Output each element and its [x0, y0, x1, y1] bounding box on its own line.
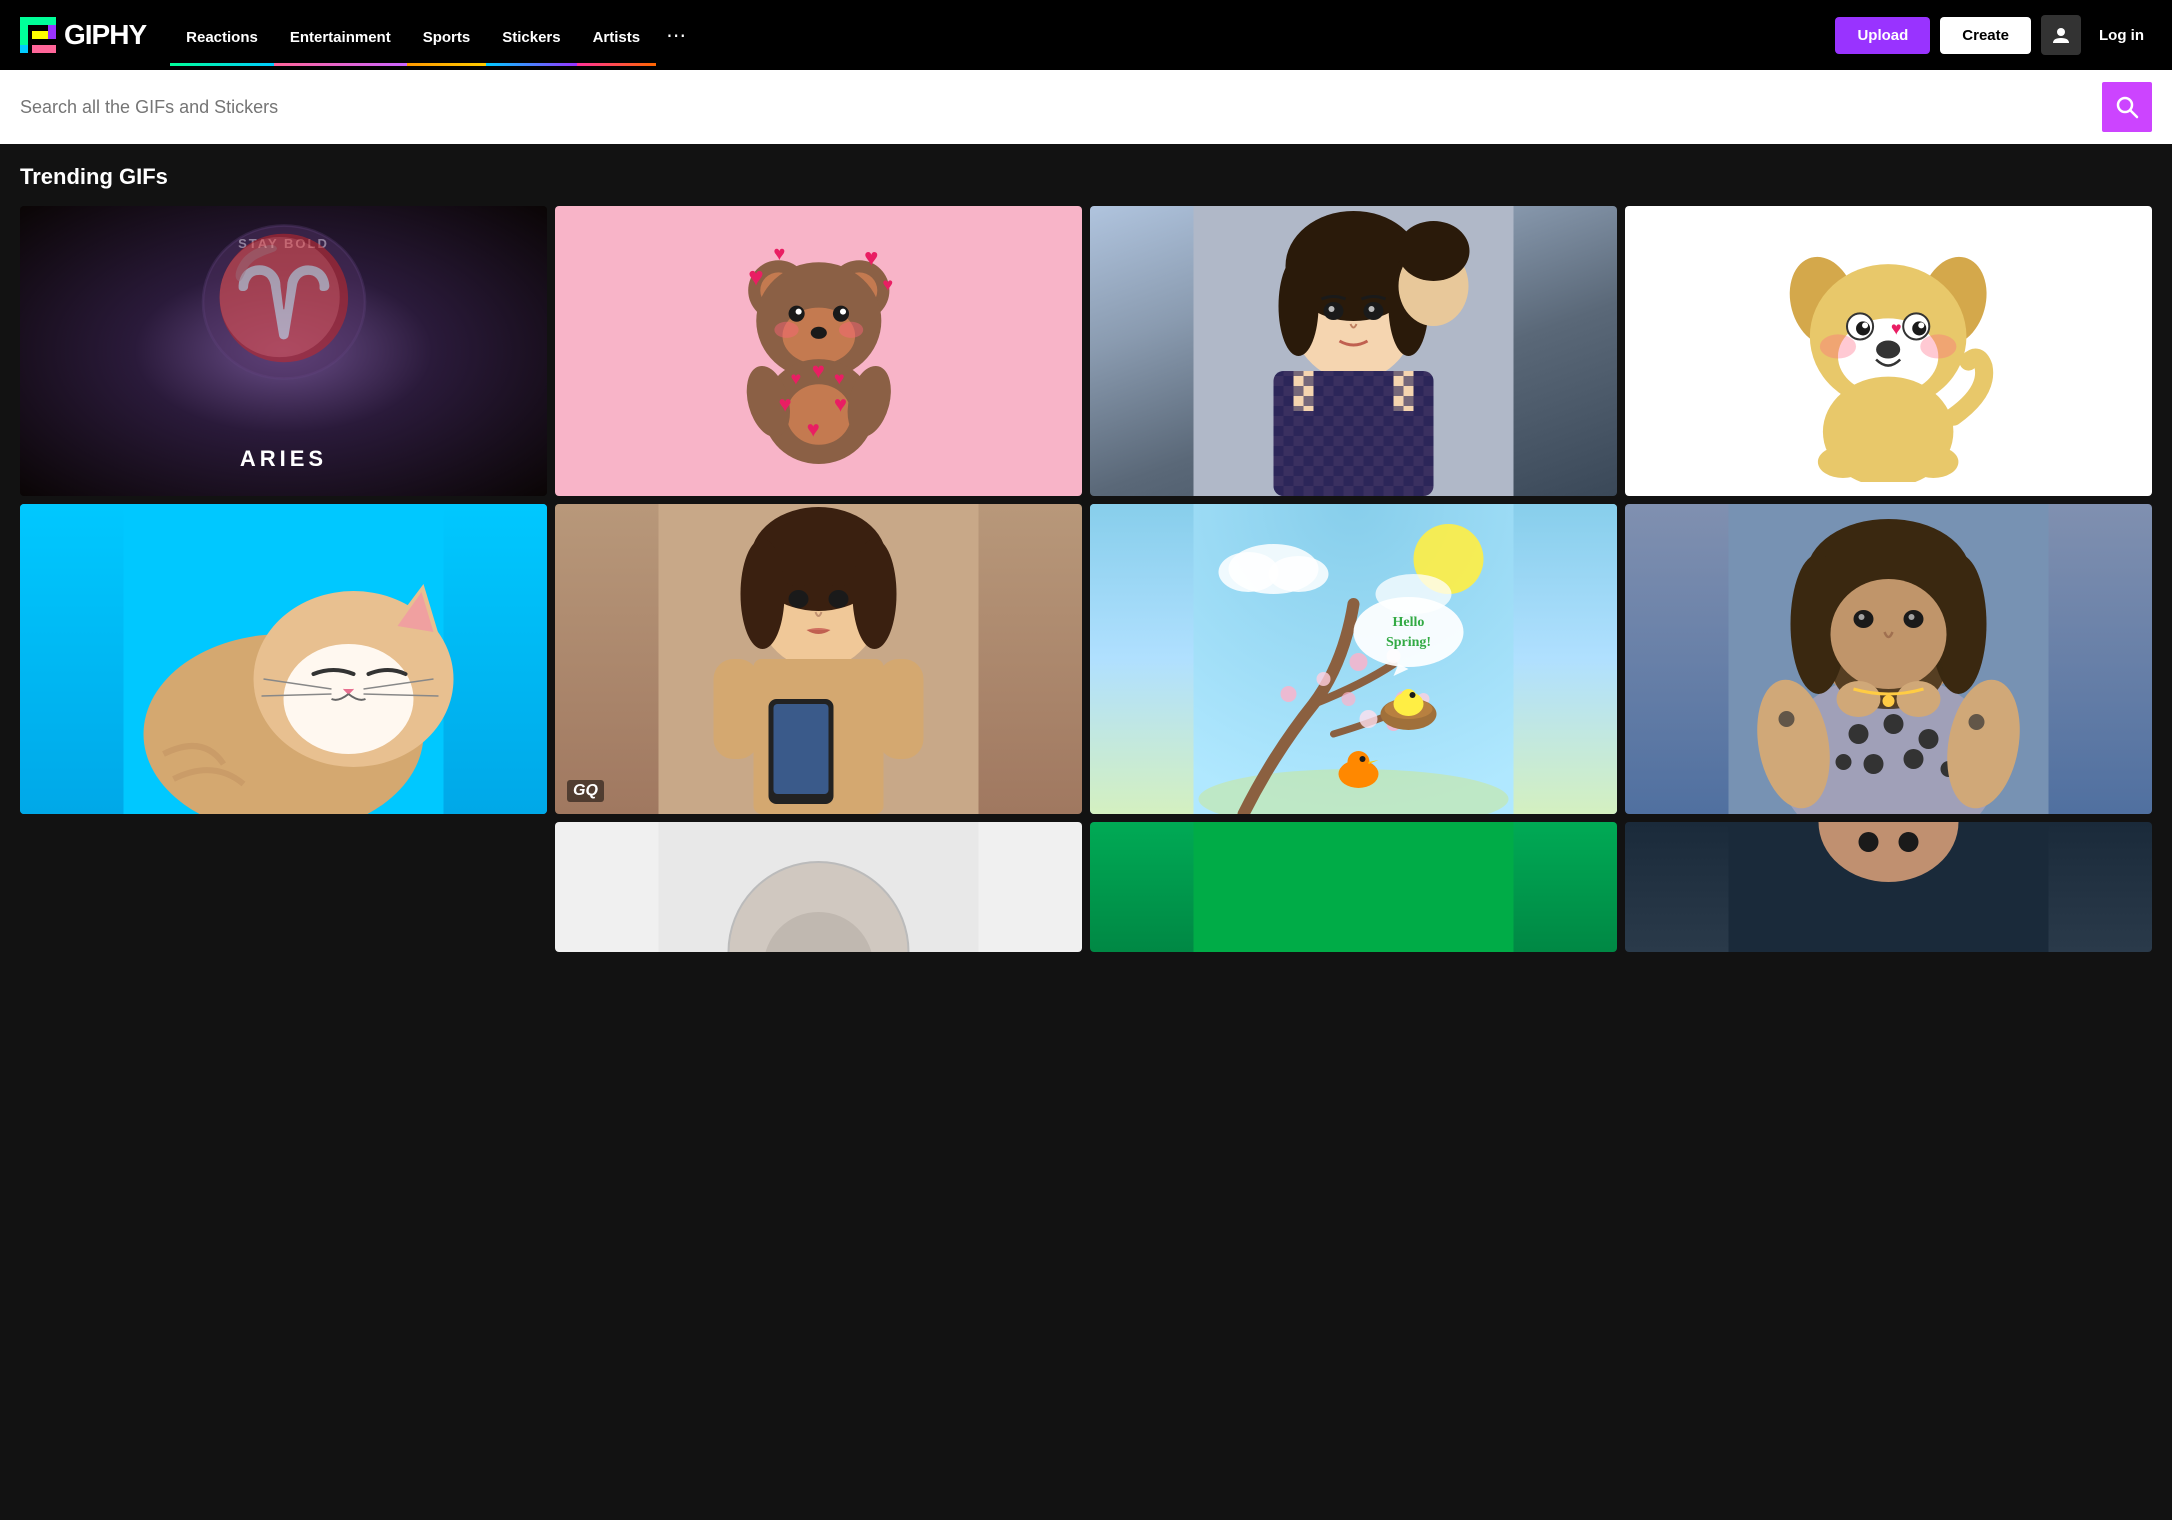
gif-item-spring[interactable]: Hello Spring! — [1090, 504, 1617, 814]
svg-text:♥: ♥ — [806, 417, 819, 442]
nav-sports[interactable]: Sports — [407, 5, 487, 66]
svg-text:♥: ♥ — [790, 368, 801, 388]
user-icon — [2051, 25, 2071, 45]
svg-text:♥: ♥ — [811, 358, 824, 383]
navbar: GIPHY Reactions Entertainment Sports Sti… — [0, 0, 2172, 70]
more-menu-button[interactable]: ⋯ — [656, 23, 696, 48]
girl-svg — [1090, 206, 1617, 496]
gif-item-partial-green[interactable] — [1090, 822, 1617, 952]
main-content: Trending GIFs STAY BOLD ♈ ARIES — [0, 144, 2172, 952]
nav-links: Reactions Entertainment Sports Stickers … — [170, 5, 1835, 66]
nav-entertainment[interactable]: Entertainment — [274, 5, 407, 66]
search-input[interactable] — [20, 97, 2102, 118]
gif-item-man[interactable] — [1625, 504, 2152, 814]
partial-left-svg — [555, 822, 1082, 952]
upload-button[interactable]: Upload — [1835, 17, 1930, 54]
gif-item-partial-right[interactable] — [1625, 822, 2152, 952]
search-button[interactable] — [2102, 82, 2152, 132]
gif-grid-row2: GQ — [20, 504, 2152, 814]
logo-text: GIPHY — [64, 19, 146, 51]
svg-text:Spring!: Spring! — [1386, 635, 1431, 650]
partial-right-svg — [1625, 822, 2152, 952]
aries-bottom-text: ARIES — [240, 446, 327, 472]
trending-title: Trending GIFs — [20, 164, 2152, 190]
woman-svg — [555, 504, 1082, 814]
svg-text:♥: ♥ — [882, 274, 893, 294]
svg-text:♥: ♥ — [773, 243, 785, 265]
svg-text:♥: ♥ — [748, 261, 764, 291]
gif-item-cat[interactable] — [20, 504, 547, 814]
gif-grid-row3 — [20, 822, 2152, 952]
search-icon — [2115, 95, 2139, 119]
svg-text:Hello: Hello — [1393, 615, 1425, 630]
nav-reactions[interactable]: Reactions — [170, 5, 274, 66]
gif-item-partial-left[interactable] — [555, 822, 1082, 952]
login-button[interactable]: Log in — [2091, 17, 2152, 54]
svg-text:♥: ♥ — [864, 244, 878, 271]
gq-watermark: GQ — [567, 780, 604, 802]
svg-text:♥: ♥ — [834, 392, 847, 417]
user-profile-button[interactable] — [2041, 15, 2081, 55]
svg-text:♥: ♥ — [778, 392, 791, 417]
dog-svg: ♥ — [1651, 221, 2125, 482]
bear-svg: ♥ ♥ ♥ ♥ ♥ ♥ ♥ ♥ ♥ ♥ — [608, 235, 1030, 467]
svg-text:♈: ♈ — [211, 231, 357, 364]
gif-item-bear[interactable]: ♥ ♥ ♥ ♥ ♥ ♥ ♥ ♥ ♥ ♥ — [555, 206, 1082, 496]
partial-green-svg — [1090, 822, 1617, 952]
gif-grid-row1: STAY BOLD ♈ ARIES — [20, 206, 2152, 496]
gif-item-girl[interactable] — [1090, 206, 1617, 496]
gif-item-woman[interactable]: GQ — [555, 504, 1082, 814]
spring-svg: Hello Spring! — [1090, 504, 1617, 814]
nav-actions: Upload Create Log in — [1835, 15, 2152, 55]
nav-artists[interactable]: Artists — [577, 5, 657, 66]
gif-item-dog[interactable]: ♥ — [1625, 206, 2152, 496]
nav-stickers[interactable]: Stickers — [486, 5, 576, 66]
create-button[interactable]: Create — [1940, 17, 2031, 54]
cat-svg — [20, 504, 547, 814]
gif-item-aries[interactable]: STAY BOLD ♈ ARIES — [20, 206, 547, 496]
svg-text:♥: ♥ — [1891, 318, 1902, 338]
logo[interactable]: GIPHY — [20, 17, 146, 53]
aries-symbol-svg: ♈ — [194, 206, 374, 383]
svg-text:♥: ♥ — [834, 368, 845, 388]
man-svg — [1625, 504, 2152, 814]
search-bar — [0, 70, 2172, 144]
giphy-logo-icon — [20, 17, 56, 53]
